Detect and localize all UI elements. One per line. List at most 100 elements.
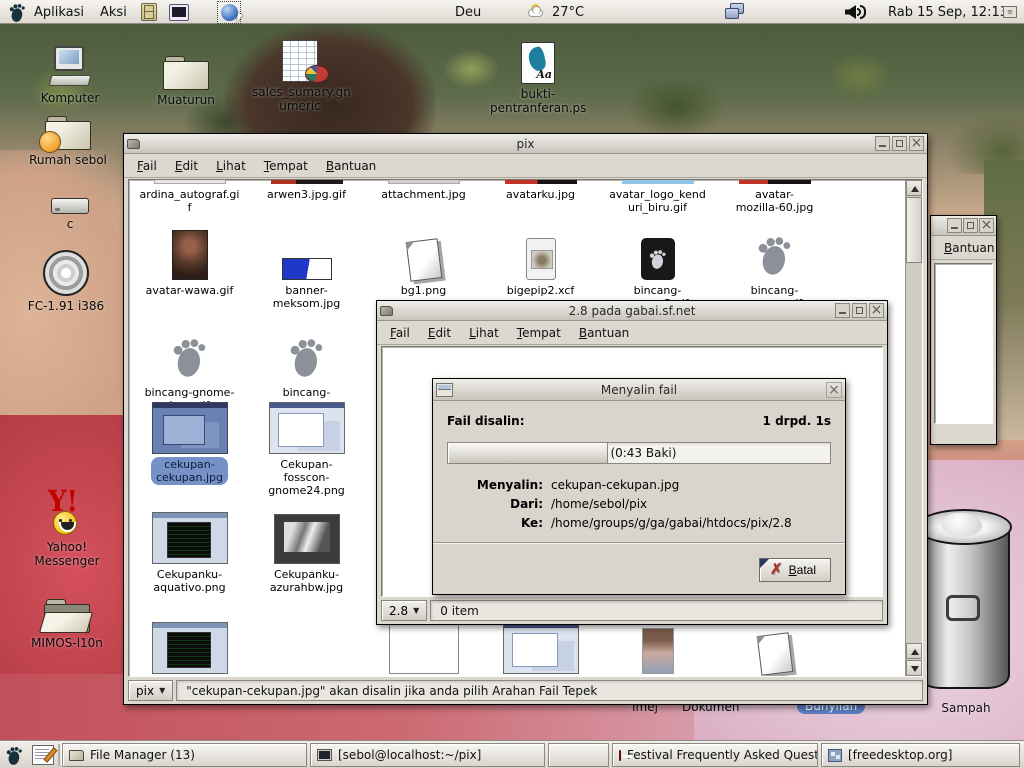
cancel-button[interactable]: ✗ Batal bbox=[759, 558, 831, 582]
clock-applet[interactable]: Rab 15 Sep, 12:13 bbox=[888, 0, 1008, 24]
file-item[interactable]: banner- meksom.jpg bbox=[248, 228, 365, 311]
file-item[interactable] bbox=[716, 622, 833, 676]
menu-tempat[interactable]: Tempat bbox=[255, 156, 317, 176]
file-item[interactable]: Cekupan- fosscon- gnome24.png bbox=[248, 402, 365, 498]
remote-titlebar[interactable]: 2.8 pada gabai.sf.net bbox=[377, 301, 887, 321]
maximize-button[interactable] bbox=[852, 303, 867, 318]
top-panel: Aplikasi Aksi Deu 27°C Rab 15 Sep, 12:13… bbox=[0, 0, 1024, 24]
menu-lihat[interactable]: Lihat bbox=[460, 323, 508, 343]
file-item[interactable]: ardina_autograf.gi f bbox=[131, 180, 248, 215]
progress-bar-fill bbox=[448, 443, 608, 463]
to-label: Ke: bbox=[447, 516, 543, 530]
file-cabinet-launcher[interactable] bbox=[141, 0, 157, 24]
task-button-sebol-localhost-pix[interactable]: [sebol@localhost:~/pix] bbox=[310, 743, 545, 767]
location-dropdown[interactable]: 2.8 ▼ bbox=[381, 600, 427, 621]
menu-bantuan[interactable]: Bantuan bbox=[317, 156, 385, 176]
file-item[interactable]: arwen3.jpg.gif bbox=[248, 180, 365, 202]
workspace-monitors-applet[interactable] bbox=[724, 0, 746, 24]
pix-titlebar[interactable]: pix bbox=[124, 134, 927, 154]
taskbar-notes-launcher[interactable] bbox=[32, 741, 54, 768]
file-name: bg1.png bbox=[396, 283, 451, 298]
desktop-icon-mimos-l10n[interactable]: MIMOS-l10n bbox=[19, 583, 115, 650]
close-button[interactable] bbox=[909, 136, 924, 151]
pix-menubar: FailEditLihatTempatBantuan bbox=[124, 154, 927, 178]
taskbar: File Manager (13) [sebol@localhost:~/pix]… bbox=[0, 740, 1024, 768]
desktop-icon-yahoo-[interactable]: Y!Yahoo! Messenger bbox=[19, 487, 115, 568]
minimize-button[interactable] bbox=[947, 218, 962, 233]
file-item[interactable]: Cekupanku- azurahbw.jpg bbox=[248, 512, 365, 595]
file-item[interactable]: bincang- gnome.png bbox=[248, 330, 365, 413]
desktop-icon-fc-1-91-i386[interactable]: FC-1.91 i386 bbox=[18, 246, 114, 313]
desktop-icon-komputer[interactable]: Komputer bbox=[22, 38, 118, 105]
copy-file-dialog[interactable]: Menyalin fail × Fail disalin: 1 drpd. 1s… bbox=[432, 378, 846, 595]
file-item[interactable] bbox=[131, 622, 248, 676]
task-button-label: [sebol@localhost:~/pix] bbox=[338, 748, 481, 762]
menu-bantuan[interactable]: Bantuan bbox=[570, 323, 638, 343]
web-browser-launcher[interactable] bbox=[217, 0, 241, 24]
location-dropdown[interactable]: pix ▼ bbox=[128, 680, 173, 701]
desktop-icon-rumah-sebol[interactable]: Rumah sebol bbox=[20, 100, 116, 167]
file-item[interactable]: Cekupanku- aquativo.png bbox=[131, 512, 248, 595]
file-item[interactable]: bincang-gnome- lace.gif bbox=[131, 330, 248, 413]
menu-bantuan[interactable]: Bantuan bbox=[935, 238, 1003, 258]
file-item[interactable]: cekupan- cekupan.jpg bbox=[131, 402, 248, 485]
gnome-main-menu-icon[interactable] bbox=[7, 0, 28, 24]
desktop-icon-muaturun[interactable]: Muaturun bbox=[138, 40, 234, 107]
menu-fail[interactable]: Fail bbox=[128, 156, 166, 176]
file-item[interactable]: avatarku.jpg bbox=[482, 180, 599, 202]
maximize-button[interactable] bbox=[963, 218, 978, 233]
file-name: banner- meksom.jpg bbox=[268, 283, 346, 311]
cancel-x-icon: ✗ bbox=[770, 564, 783, 576]
menu-lihat[interactable]: Lihat bbox=[207, 156, 255, 176]
file-item[interactable] bbox=[365, 622, 482, 676]
menu-aksi[interactable]: Aksi bbox=[100, 0, 127, 24]
file-item[interactable]: bincang- gnome.gif bbox=[716, 228, 833, 311]
taskbar-gnome-menu[interactable] bbox=[4, 741, 25, 768]
file-item[interactable] bbox=[599, 622, 716, 676]
menu-tempat[interactable]: Tempat bbox=[508, 323, 570, 343]
file-item[interactable]: bincang- gnome2.gif bbox=[599, 228, 716, 311]
task-button-empty[interactable] bbox=[548, 743, 609, 767]
scroll-up-button[interactable] bbox=[906, 180, 922, 196]
focus-corner bbox=[760, 559, 769, 568]
minimize-button[interactable] bbox=[835, 303, 850, 318]
file-item[interactable]: bg1.png bbox=[365, 228, 482, 298]
maximize-button[interactable] bbox=[892, 136, 907, 151]
file-item[interactable]: avatar-wawa.gif bbox=[131, 228, 248, 298]
cancel-button-label: Batal bbox=[789, 563, 816, 577]
close-button[interactable] bbox=[979, 218, 994, 233]
desktop-icon-sales-sumary-gn[interactable]: sales_sumary.gn umeric bbox=[252, 32, 348, 113]
file-item[interactable]: bigepip2.xcf bbox=[482, 228, 599, 298]
file-item[interactable]: avatar_logo_kend uri_biru.gif bbox=[599, 180, 716, 215]
scroll-up-button-secondary[interactable] bbox=[906, 643, 922, 659]
desktop-icon-label: FC-1.91 i386 bbox=[18, 299, 114, 313]
close-button[interactable] bbox=[869, 303, 884, 318]
dialog-titlebar[interactable]: Menyalin fail × bbox=[433, 379, 845, 401]
task-button-festival-frequently-asked-questions-f[interactable]: Festival Frequently Asked Questions (F bbox=[612, 743, 818, 767]
menu-edit[interactable]: Edit bbox=[166, 156, 207, 176]
file-item[interactable]: attachment.jpg bbox=[365, 180, 482, 202]
help-window[interactable]: Bantuan bbox=[930, 215, 997, 445]
minimize-button[interactable] bbox=[875, 136, 890, 151]
menu-edit[interactable]: Edit bbox=[419, 323, 460, 343]
scroll-down-button[interactable] bbox=[906, 660, 922, 676]
close-button[interactable]: × bbox=[826, 382, 842, 398]
menu-fail[interactable]: Fail bbox=[381, 323, 419, 343]
desktop-icon-bukti-[interactable]: Aabukti- pentranferan.ps bbox=[490, 34, 586, 115]
desktop-icon-c[interactable]: c bbox=[22, 164, 118, 231]
volume-applet[interactable] bbox=[845, 0, 867, 24]
task-button-freedesktop-org[interactable]: [freedesktop.org] bbox=[821, 743, 1020, 767]
notification-tray-icon[interactable]: ≡ bbox=[1003, 0, 1017, 24]
help-window-titlebar[interactable] bbox=[931, 216, 996, 236]
trash-icon[interactable]: Sampah bbox=[916, 503, 1016, 715]
terminal-launcher[interactable] bbox=[169, 0, 189, 24]
keyboard-layout-label: Deu bbox=[455, 5, 481, 20]
weather-applet[interactable] bbox=[528, 0, 550, 24]
file-item[interactable] bbox=[482, 622, 599, 676]
menu-aplikasi[interactable]: Aplikasi bbox=[34, 0, 84, 24]
keyboard-layout-indicator[interactable]: Deu bbox=[455, 0, 481, 24]
task-button-file-manager-13[interactable]: File Manager (13) bbox=[62, 743, 307, 767]
vertical-scrollbar[interactable] bbox=[905, 180, 922, 676]
file-item[interactable]: avatar- mozilla-60.jpg bbox=[716, 180, 833, 215]
scrollbar-thumb[interactable] bbox=[906, 197, 922, 263]
